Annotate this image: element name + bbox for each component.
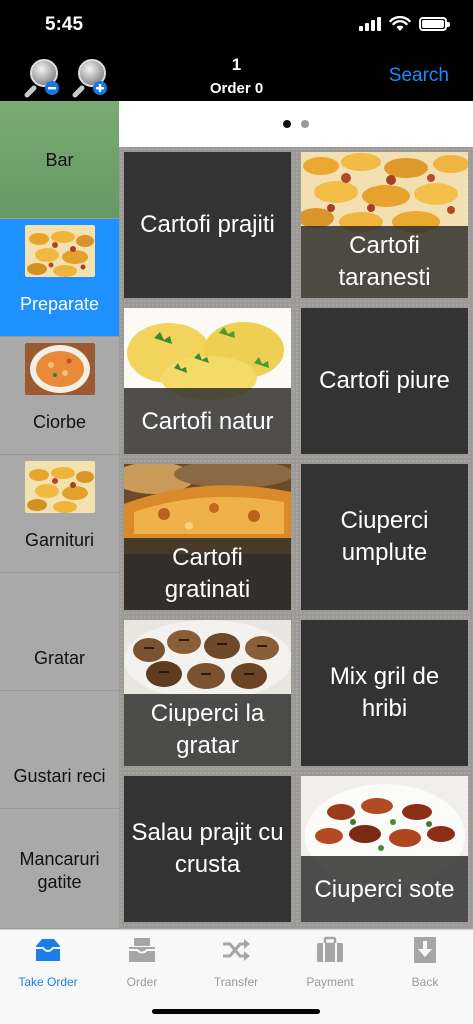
category-garnituri[interactable]: Garnituri (0, 455, 119, 573)
product-tile[interactable]: Mix gril de hribi (301, 620, 468, 766)
product-label: Salau prajit cu crusta (131, 819, 284, 878)
zoom-in-icon[interactable] (72, 56, 114, 98)
product-label: Ciuperci la gratar (124, 694, 291, 766)
category-gratar[interactable]: Gratar (0, 573, 119, 691)
product-label: Cartofi taranesti (301, 226, 468, 298)
tab-payment[interactable]: Payment (283, 936, 377, 989)
category-label: Ciorbe (32, 412, 87, 432)
category-label: Gratar (33, 648, 85, 668)
tab-transfer[interactable]: Transfer (189, 936, 283, 989)
briefcase-icon (317, 936, 343, 962)
category-gustari-reci[interactable]: Gustari reci (0, 691, 119, 809)
page-dot[interactable] (301, 120, 309, 128)
tab-label: Payment (306, 975, 354, 989)
product-label: Cartofi natur (124, 388, 291, 454)
product-tile[interactable]: Ciuperci la gratar (124, 620, 291, 766)
product-grid: Cartofi prajiti Cartofi taranesti Cartof… (119, 147, 473, 929)
category-label: Preparate (19, 294, 100, 314)
product-label: Ciuperci sote (301, 856, 468, 922)
product-label: Cartofi prajiti (140, 211, 275, 238)
page-dot-active[interactable] (283, 120, 291, 128)
zoom-out-icon[interactable] (24, 56, 66, 98)
category-label: Mancaruri gatite (19, 849, 100, 892)
home-indicator[interactable] (152, 1009, 320, 1014)
product-tile[interactable]: Salau prajit cu crusta (124, 776, 291, 922)
product-tile[interactable]: Ciuperci sote (301, 776, 468, 922)
download-icon (414, 937, 436, 963)
category-label: Garnituri (24, 530, 95, 550)
soup-thumbnail (24, 343, 95, 395)
product-tile[interactable]: Cartofi piure (301, 308, 468, 454)
battery-icon (419, 17, 450, 31)
category-label: Bar (45, 150, 74, 170)
category-sidebar: Bar Preparate Ciorbe Garnituri Gratar Gu… (0, 101, 119, 929)
product-label: Ciuperci umplute (340, 507, 429, 566)
shuffle-icon (223, 939, 250, 961)
product-tile[interactable]: Cartofi gratinati (124, 464, 291, 610)
tab-take-order[interactable]: Take Order (1, 936, 95, 989)
navigation-bar: 1 Order 0 Search (0, 50, 473, 101)
product-label: Cartofi gratinati (124, 538, 291, 610)
category-preparate[interactable]: Preparate (0, 219, 119, 337)
tab-label: Order (126, 975, 158, 989)
tab-back[interactable]: Back (378, 936, 472, 989)
tab-label: Back (411, 975, 439, 989)
status-bar: 5:45 (0, 0, 473, 50)
category-bar[interactable]: Bar (0, 101, 119, 219)
tab-order[interactable]: Order (95, 936, 189, 989)
page-indicator[interactable] (119, 101, 473, 147)
tray-icon (129, 938, 155, 962)
product-tile[interactable]: Cartofi natur (124, 308, 291, 454)
product-tile[interactable]: Cartofi taranesti (301, 152, 468, 298)
tab-label: Transfer (213, 975, 259, 989)
product-tile[interactable]: Cartofi prajiti (124, 152, 291, 298)
status-time: 5:45 (45, 14, 84, 35)
category-mancaruri-gatite[interactable]: Mancaruri gatite (0, 809, 119, 929)
cellular-signal-icon (359, 17, 381, 31)
category-ciorbe[interactable]: Ciorbe (0, 337, 119, 455)
potato-wedges-thumbnail (24, 461, 95, 513)
wifi-icon (389, 16, 411, 31)
product-label: Cartofi piure (319, 367, 450, 394)
product-label: Mix gril de hribi (329, 663, 440, 722)
product-tile[interactable]: Ciuperci umplute (301, 464, 468, 610)
category-label: Gustari reci (13, 766, 106, 786)
status-icons (359, 16, 450, 32)
search-button[interactable]: Search (389, 65, 449, 87)
potato-wedges-thumbnail (24, 225, 95, 277)
tab-label: Take Order (18, 975, 78, 989)
inbox-icon (36, 939, 60, 961)
